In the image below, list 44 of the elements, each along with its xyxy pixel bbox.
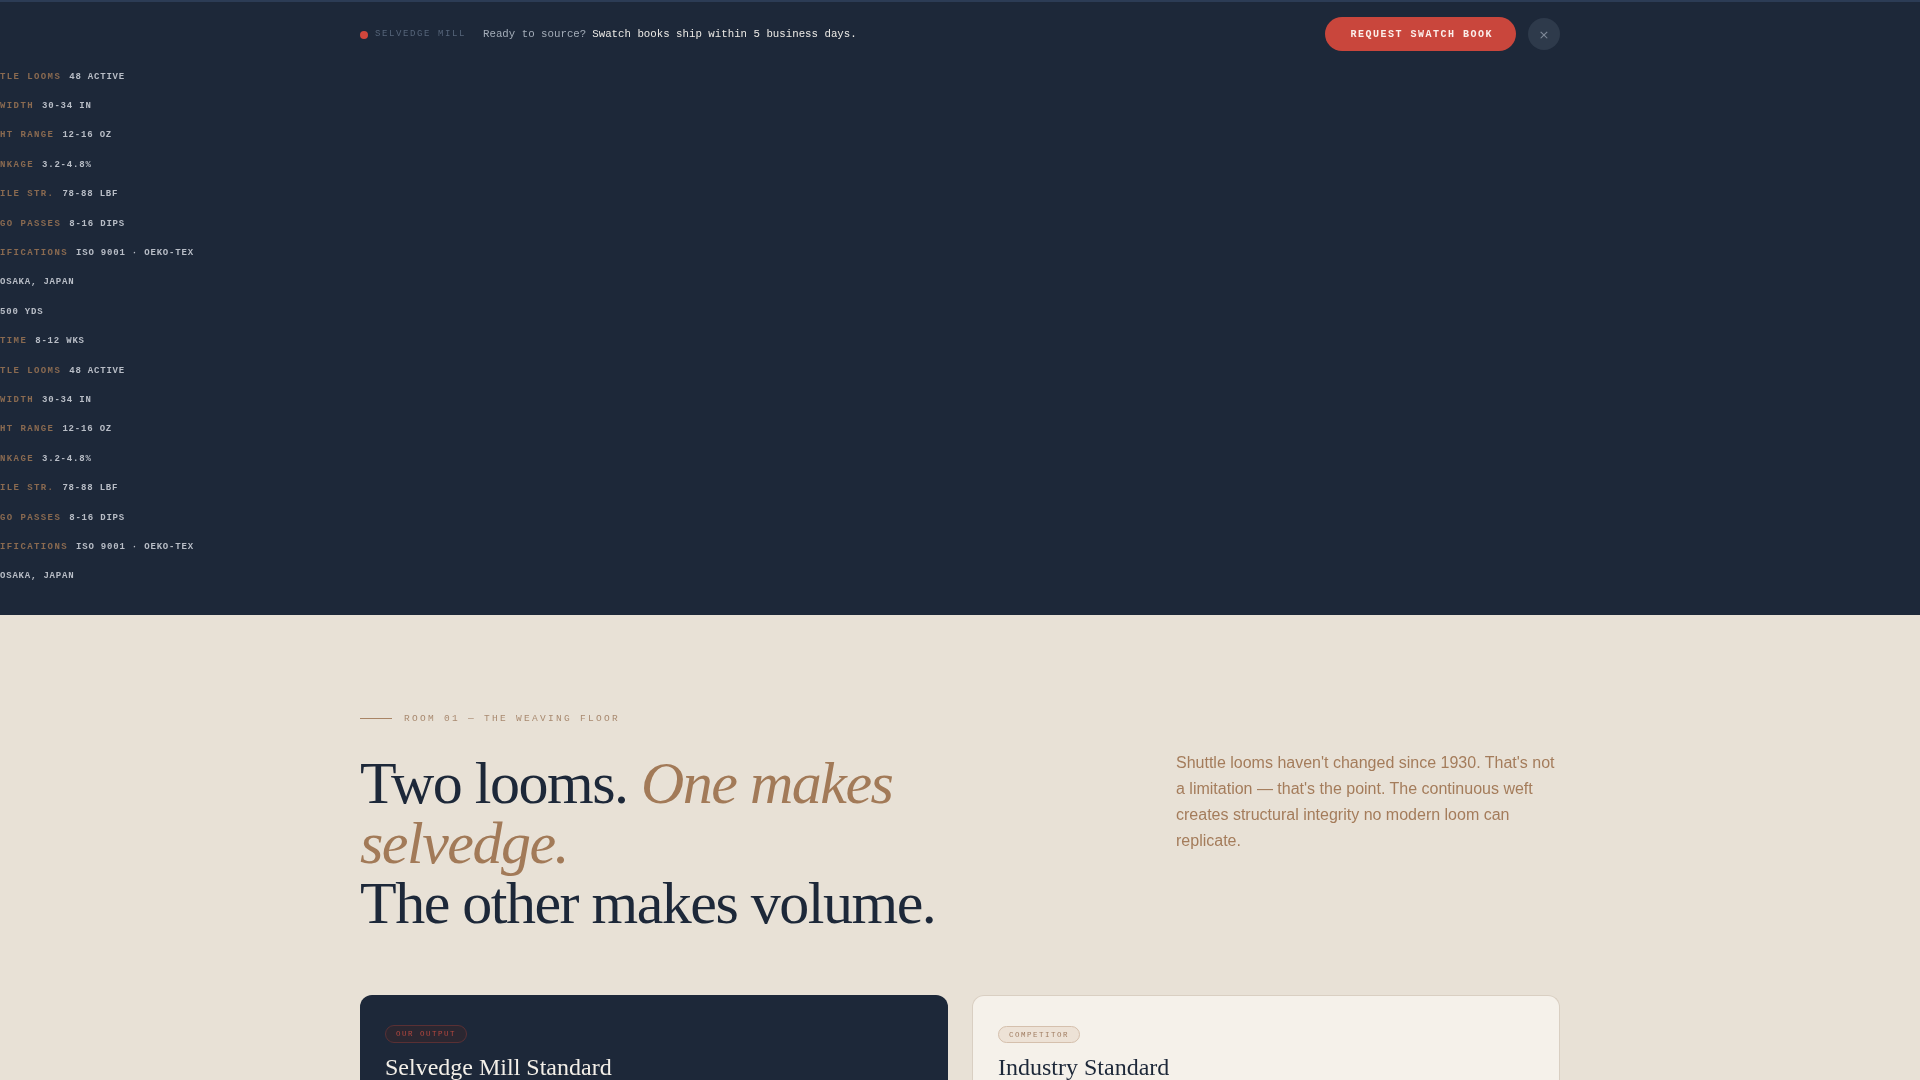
dot-icon — [360, 30, 368, 39]
spec-label: ILE STR. — [0, 483, 55, 494]
spec-label: HT RANGE — [0, 424, 55, 435]
spec-value: OSAKA, JAPAN — [0, 277, 75, 288]
spec-value: 12-16 OZ — [62, 424, 113, 435]
spec-value: 48 ACTIVE — [69, 71, 126, 82]
spec-value: OSAKA, JAPAN — [0, 571, 75, 582]
spec-value: 30-34 IN — [42, 101, 92, 112]
section-heading: Two looms. One makes selvedge. The other makes volume. — [360, 753, 937, 933]
request-swatch-book-button[interactable]: REQUEST SWATCH BOOK — [1325, 17, 1516, 51]
eyebrow-text: ROOM 01 — THE WEAVING FLOOR — [404, 712, 621, 724]
spec-value: 48 ACTIVE — [69, 365, 126, 376]
spec-value: 8-16 DIPS — [69, 218, 126, 229]
intro-paragraph: Shuttle looms haven't changed since 1930. That's not a limitation — that's the point. The continuous weft creates structural integrity no modern loom can replicate. — [1176, 753, 1556, 851]
spec-value: 3.2-4.8% — [42, 159, 92, 170]
spec-label: NKAGE — [0, 453, 34, 464]
spec-label: HT RANGE — [0, 130, 55, 141]
spec-value: 8-12 WKS — [35, 336, 85, 347]
card-title: Selvedge Mill Standard — [385, 1054, 612, 1080]
spec-label: TLE LOOMS — [0, 71, 62, 82]
spec-value: 12-16 OZ — [62, 130, 113, 141]
spec-value: 3.2-4.8% — [42, 453, 92, 464]
spec-label: IFICATIONS — [0, 541, 68, 552]
spec-label: WIDTH — [0, 101, 34, 112]
spec-label: WIDTH — [0, 395, 34, 405]
brand-name: SELVEDGE MILL — [375, 29, 466, 39]
spec-value: 78-88 LBF — [62, 189, 119, 200]
spec-label: GO PASSES — [0, 512, 62, 523]
spec-value: ISO 9001 · OEKO-TEX — [76, 541, 194, 552]
spec-value: 78-88 LBF — [62, 483, 119, 494]
close-button[interactable]: × — [1528, 18, 1560, 50]
card-title: Industry Standard — [998, 1054, 1170, 1080]
spec-value: 500 YDS — [0, 306, 44, 317]
spec-label: TLE LOOMS — [0, 365, 62, 376]
spec-value: ISO 9001 · OEKO-TEX — [76, 248, 194, 259]
spec-label: ILE STR. — [0, 189, 55, 200]
spec-value: 8-16 DIPS — [69, 512, 126, 523]
banner-prompt: Ready to source? — [483, 28, 587, 40]
spec-label: GO PASSES — [0, 218, 62, 229]
spec-label: NKAGE — [0, 159, 34, 170]
spec-value: 30-34 IN — [42, 395, 92, 405]
spec-label: TIME — [0, 336, 28, 347]
spec-label: IFICATIONS — [0, 248, 68, 259]
banner-message: Swatch books ship within 5 business days. — [592, 28, 857, 40]
